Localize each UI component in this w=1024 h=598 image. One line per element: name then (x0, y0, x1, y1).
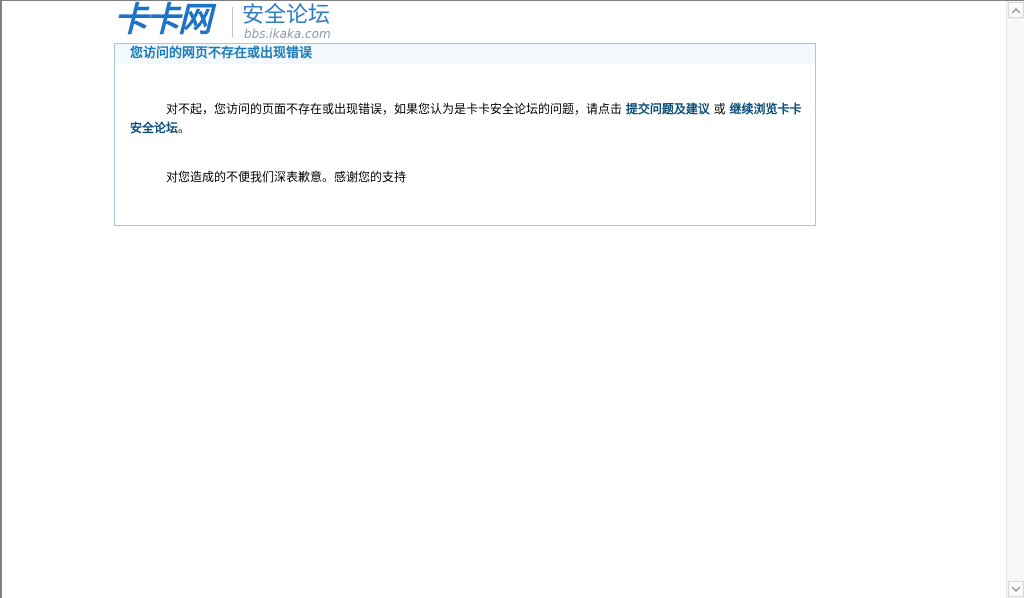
period-text: 。 (178, 121, 191, 135)
logo-title: 安全论坛 (242, 3, 331, 28)
apology-text: 对不起，您访问的页面不存在或出现错误，如果您认为是卡卡安全论坛的问题，请点击 (166, 102, 626, 116)
browser-window: 卡卡网 安全论坛 bbs.ikaka.com 您访问的网页不存在或出现错误 对不… (0, 0, 1024, 598)
thanks-paragraph: 对您造成的不便我们深表歉意。感谢您的支持 (166, 170, 407, 184)
logo-divider (232, 7, 233, 37)
apology-paragraph: 对不起，您访问的页面不存在或出现错误，如果您认为是卡卡安全论坛的问题，请点击 提… (130, 100, 802, 138)
logo-subtitle: bbs.ikaka.com (244, 27, 331, 41)
error-message-box: 您访问的网页不存在或出现错误 对不起，您访问的页面不存在或出现错误，如果您认为是… (114, 43, 816, 226)
chevron-down-icon (1012, 586, 1020, 592)
scroll-up-button[interactable] (1008, 2, 1024, 18)
or-text: 或 (709, 102, 730, 116)
vertical-scrollbar[interactable] (1006, 1, 1024, 598)
page-viewport: 卡卡网 安全论坛 bbs.ikaka.com 您访问的网页不存在或出现错误 对不… (2, 0, 1006, 598)
scroll-down-button[interactable] (1008, 581, 1024, 597)
site-logo[interactable]: 卡卡网 安全论坛 bbs.ikaka.com (114, 0, 354, 44)
error-message-body: 对不起，您访问的页面不存在或出现错误，如果您认为是卡卡安全论坛的问题，请点击 提… (130, 100, 802, 187)
chevron-up-icon (1012, 7, 1020, 13)
error-title: 您访问的网页不存在或出现错误 (130, 46, 313, 61)
report-issue-link[interactable]: 提交问题及建议 (626, 102, 710, 116)
scrollbar-track[interactable] (1008, 19, 1024, 580)
logo-mark: 卡卡网 (114, 0, 212, 40)
